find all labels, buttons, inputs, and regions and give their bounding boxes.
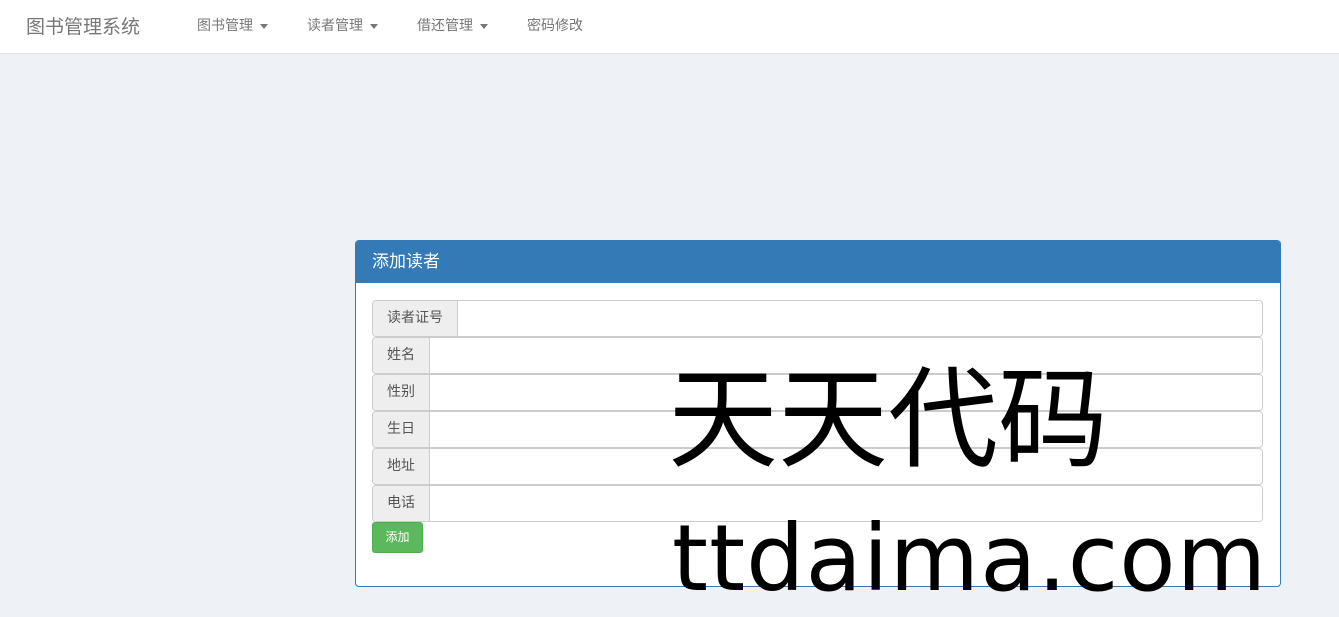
- nav-change-password[interactable]: 密码修改: [527, 16, 583, 36]
- caret-down-icon: [480, 23, 488, 29]
- address-group: 地址: [372, 448, 1263, 485]
- nav-book-management-label: 图书管理: [197, 18, 253, 34]
- birthday-group: 生日: [372, 411, 1263, 448]
- reader-id-group: 读者证号: [372, 300, 1263, 337]
- panel-title: 添加读者: [356, 241, 1280, 283]
- phone-label: 电话: [373, 486, 430, 521]
- brand-title[interactable]: 图书管理系统: [26, 14, 140, 40]
- address-label: 地址: [373, 449, 430, 484]
- nav-reader-management[interactable]: 读者管理: [307, 16, 378, 36]
- birthday-input[interactable]: [430, 412, 1262, 447]
- phone-group: 电话: [372, 485, 1263, 522]
- nav-book-management[interactable]: 图书管理: [197, 16, 268, 36]
- reader-id-input[interactable]: [458, 301, 1262, 336]
- gender-group: 性别: [372, 374, 1263, 411]
- top-navbar: 图书管理系统 图书管理 读者管理 借还管理 密码修改: [0, 0, 1339, 54]
- nav-reader-management-label: 读者管理: [307, 18, 363, 34]
- add-reader-panel: 添加读者 读者证号 姓名 性别 生日 地址 电话 添加: [355, 240, 1281, 587]
- nav-change-password-label: 密码修改: [527, 18, 583, 34]
- reader-id-label: 读者证号: [373, 301, 458, 336]
- name-group: 姓名: [372, 337, 1263, 374]
- name-input[interactable]: [430, 338, 1262, 373]
- birthday-label: 生日: [373, 412, 430, 447]
- caret-down-icon: [260, 23, 268, 29]
- address-input[interactable]: [430, 449, 1262, 484]
- gender-label: 性别: [373, 375, 430, 410]
- caret-down-icon: [370, 23, 378, 29]
- gender-input[interactable]: [430, 375, 1262, 410]
- nav-borrow-return-management[interactable]: 借还管理: [417, 16, 488, 36]
- name-label: 姓名: [373, 338, 430, 373]
- nav-borrow-return-management-label: 借还管理: [417, 18, 473, 34]
- add-reader-button[interactable]: 添加: [372, 522, 423, 553]
- phone-input[interactable]: [430, 486, 1262, 521]
